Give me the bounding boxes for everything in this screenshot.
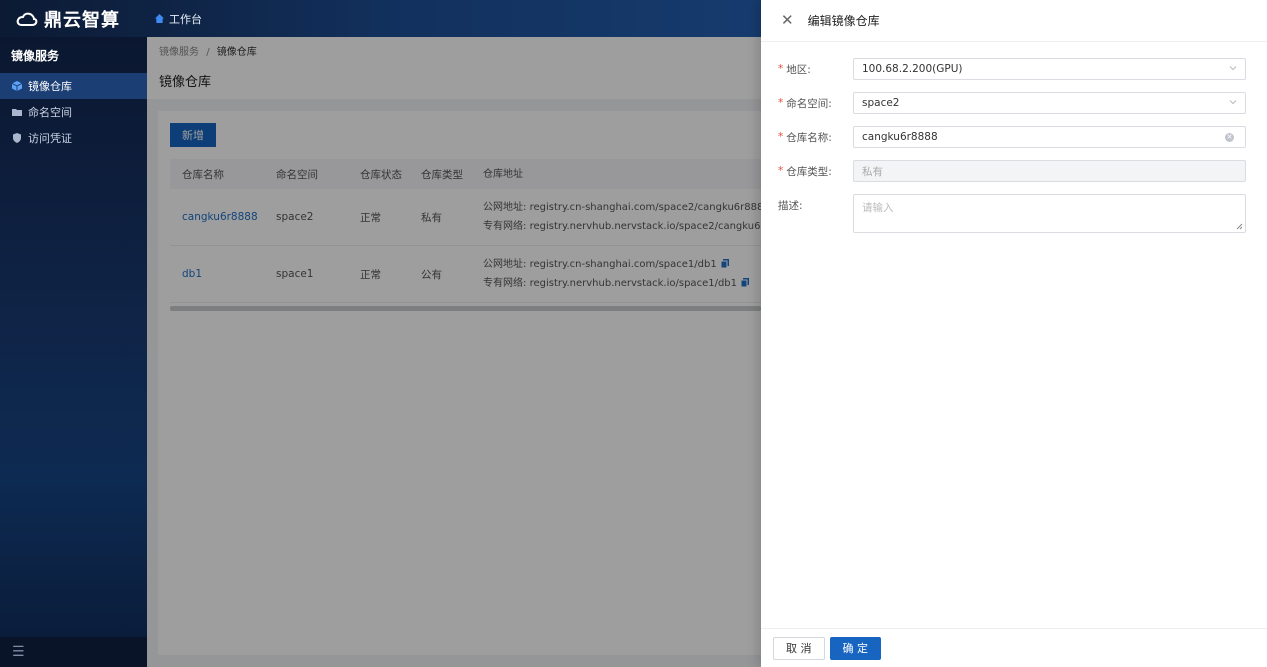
sidebar-item-label: 访问凭证 <box>28 132 72 145</box>
sidebar-item-namespace[interactable]: 命名空间 <box>0 99 147 125</box>
description-textarea[interactable]: 请输入 <box>853 194 1246 233</box>
sidebar-item-credentials[interactable]: 访问凭证 <box>0 125 147 151</box>
workbench-label: 工作台 <box>169 12 202 26</box>
chevron-down-icon <box>1229 100 1237 105</box>
namespace-select[interactable]: space2 <box>853 92 1246 114</box>
field-label: * 命名空间: <box>778 92 853 114</box>
field-label: * 地区: <box>778 58 853 80</box>
overlay-mask[interactable] <box>147 37 761 667</box>
namespace-value: space2 <box>862 97 900 109</box>
repo-type-input: 私有 <box>853 160 1246 182</box>
hamburger-icon[interactable]: ☰ <box>12 644 25 660</box>
drawer-header: ✕ 编辑镜像仓库 <box>761 0 1267 42</box>
sidebar: 镜像服务 镜像仓库 命名空间 访问凭证 ☰ <box>0 37 147 667</box>
field-label: * 仓库名称: <box>778 126 853 148</box>
cube-icon <box>12 81 22 91</box>
clear-icon[interactable]: ✕ <box>1225 133 1234 142</box>
sidebar-title: 镜像服务 <box>11 48 60 63</box>
confirm-button[interactable]: 确 定 <box>829 636 881 660</box>
chevron-down-icon <box>1229 66 1237 71</box>
edit-drawer: ✕ 编辑镜像仓库 * 地区: 100.68.2.200(GPU) * 命名空间: s… <box>761 0 1267 667</box>
edit-form: * 地区: 100.68.2.200(GPU) * 命名空间: space2 * 仓库… <box>761 42 1267 233</box>
sidebar-item-image-repo[interactable]: 镜像仓库 <box>0 73 147 99</box>
repo-name-label: 仓库名称: <box>786 131 832 144</box>
brand-name: 鼎云智算 <box>44 9 120 31</box>
cloud-logo-icon <box>16 12 38 26</box>
form-row-namespace: * 命名空间: space2 <box>778 92 1247 114</box>
region-value: 100.68.2.200(GPU) <box>862 63 963 75</box>
drawer-footer: 取 消 确 定 <box>761 628 1267 667</box>
form-row-repo-type: * 仓库类型: 私有 <box>778 160 1247 182</box>
required-asterisk: * <box>778 63 784 75</box>
form-row-region: * 地区: 100.68.2.200(GPU) <box>778 58 1247 80</box>
drawer-title: 编辑镜像仓库 <box>807 14 880 28</box>
required-asterisk: * <box>778 131 784 143</box>
sidebar-item-label: 命名空间 <box>28 106 72 119</box>
field-label: 描述: <box>778 194 853 216</box>
home-icon <box>155 14 164 23</box>
repo-type-value: 私有 <box>862 165 883 178</box>
repo-name-value: cangku6r8888 <box>862 131 938 143</box>
cancel-button[interactable]: 取 消 <box>773 636 825 660</box>
close-icon[interactable]: ✕ <box>781 13 794 28</box>
workbench-link[interactable]: 工作台 <box>147 11 202 27</box>
sidebar-item-label: 镜像仓库 <box>28 80 72 93</box>
folder-icon <box>12 109 22 116</box>
description-placeholder: 请输入 <box>862 202 894 214</box>
required-asterisk: * <box>778 165 784 177</box>
resize-handle-icon[interactable] <box>1236 223 1243 230</box>
field-label: * 仓库类型: <box>778 160 853 182</box>
repo-type-label: 仓库类型: <box>786 165 832 178</box>
description-label: 描述: <box>778 199 803 212</box>
required-asterisk: * <box>778 97 784 109</box>
brand-logo[interactable]: 鼎云智算 <box>0 0 147 37</box>
shield-icon <box>13 133 21 143</box>
form-row-repo-name: * 仓库名称: cangku6r8888 ✕ <box>778 126 1247 148</box>
region-select[interactable]: 100.68.2.200(GPU) <box>853 58 1246 80</box>
sidebar-footer: ☰ <box>0 637 147 667</box>
namespace-label: 命名空间: <box>786 97 832 110</box>
repo-name-input[interactable]: cangku6r8888 ✕ <box>853 126 1246 148</box>
form-row-description: 描述: 请输入 <box>778 194 1247 233</box>
region-label: 地区: <box>786 63 811 76</box>
